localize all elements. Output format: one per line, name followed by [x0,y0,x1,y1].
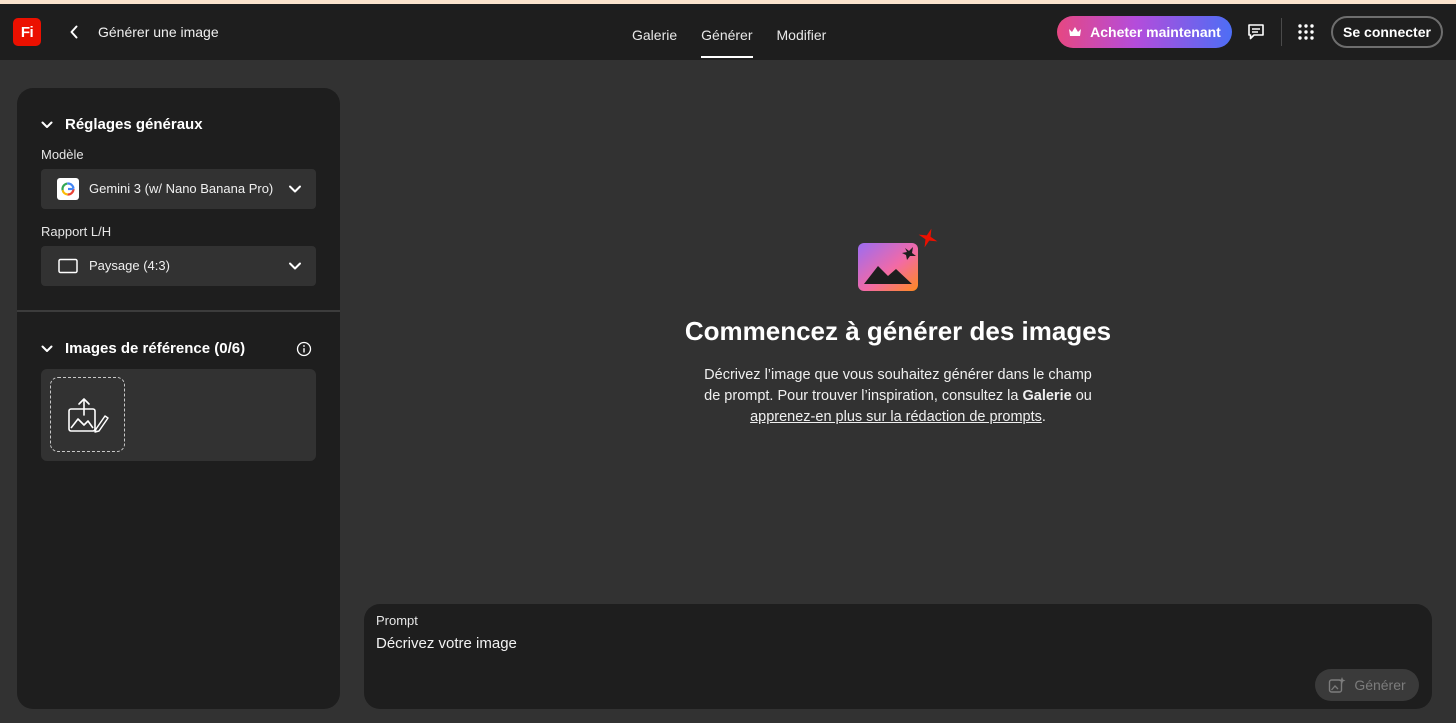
tab-galerie[interactable]: Galerie [620,4,689,60]
tab-modifier[interactable]: Modifier [765,4,839,60]
back-button[interactable] [64,21,84,43]
chevron-down-icon [289,185,301,193]
chevron-left-icon [70,25,78,39]
reference-images-header[interactable]: Images de référence (0/6) [41,340,245,357]
google-icon [57,178,79,200]
generate-button[interactable]: Générer [1315,669,1419,701]
prompt-panel: Prompt Générer [364,604,1432,709]
gallery-reference: Galerie [1022,388,1072,404]
image-upload-icon [67,397,109,433]
feedback-icon [1248,24,1264,40]
top-bar: Fi Générer une image Galerie Générer Mod… [0,4,1456,60]
prompt-input[interactable] [376,632,1276,654]
hero-title: Commencez à générer des images [684,316,1112,346]
feedback-button[interactable] [1244,20,1268,44]
general-settings-header[interactable]: Réglages généraux [41,116,203,133]
hero-description: Décrivez l’image que vous souhaitez géné… [648,365,1148,428]
ratio-label: Rapport L/H [41,224,112,239]
hero-desc-or: ou [1071,388,1092,404]
info-icon[interactable] [296,341,312,357]
settings-panel: Réglages généraux Modèle Gemini 3 (w/ Na… [17,88,340,709]
app-logo-text: Fi [20,23,34,41]
generate-image-illustration-icon [858,228,938,291]
apps-grid-icon [1298,24,1314,40]
ratio-select[interactable]: Paysage (4:3) [41,246,316,286]
model-label: Modèle [41,147,84,162]
buy-now-label: Acheter maintenant [1090,24,1221,40]
tab-generer[interactable]: Générer [689,4,764,60]
chevron-down-icon [289,262,301,270]
hero-desc-line1: Décrivez l’image que vous souhaitez géné… [704,367,1092,383]
model-select[interactable]: Gemini 3 (w/ Nano Banana Pro) [41,169,316,209]
model-value: Gemini 3 (w/ Nano Banana Pro) [89,181,274,196]
chevron-down-icon [41,345,53,352]
apps-button[interactable] [1294,20,1318,44]
hero-desc-end: . [1041,409,1046,425]
generate-sparkle-icon [1329,677,1346,693]
general-settings-title: Réglages généraux [65,116,203,133]
main-nav: Galerie Générer Modifier [620,4,838,60]
sign-in-label: Se connecter [1343,24,1431,40]
section-divider [17,310,340,312]
sign-in-button[interactable]: Se connecter [1331,16,1443,48]
generate-button-label: Générer [1354,677,1406,693]
reference-images-title: Images de référence (0/6) [65,340,246,357]
chevron-down-icon [41,121,53,128]
header-divider [1281,18,1282,46]
prompt-writing-link[interactable]: apprenez-en plus sur la rédaction de pro… [750,409,1042,425]
reference-images-area [41,369,316,461]
prompt-label: Prompt [376,613,418,628]
ratio-value: Paysage (4:3) [89,258,170,273]
hero-desc-line2: de prompt. Pour trouver l’inspiration, c… [704,388,1023,404]
landscape-ratio-icon [57,256,79,276]
upload-reference-button[interactable] [50,377,125,452]
page-title: Générer une image [98,24,219,40]
buy-now-button[interactable]: Acheter maintenant [1057,16,1232,48]
crown-icon [1069,27,1082,36]
app-logo[interactable]: Fi [13,18,41,46]
